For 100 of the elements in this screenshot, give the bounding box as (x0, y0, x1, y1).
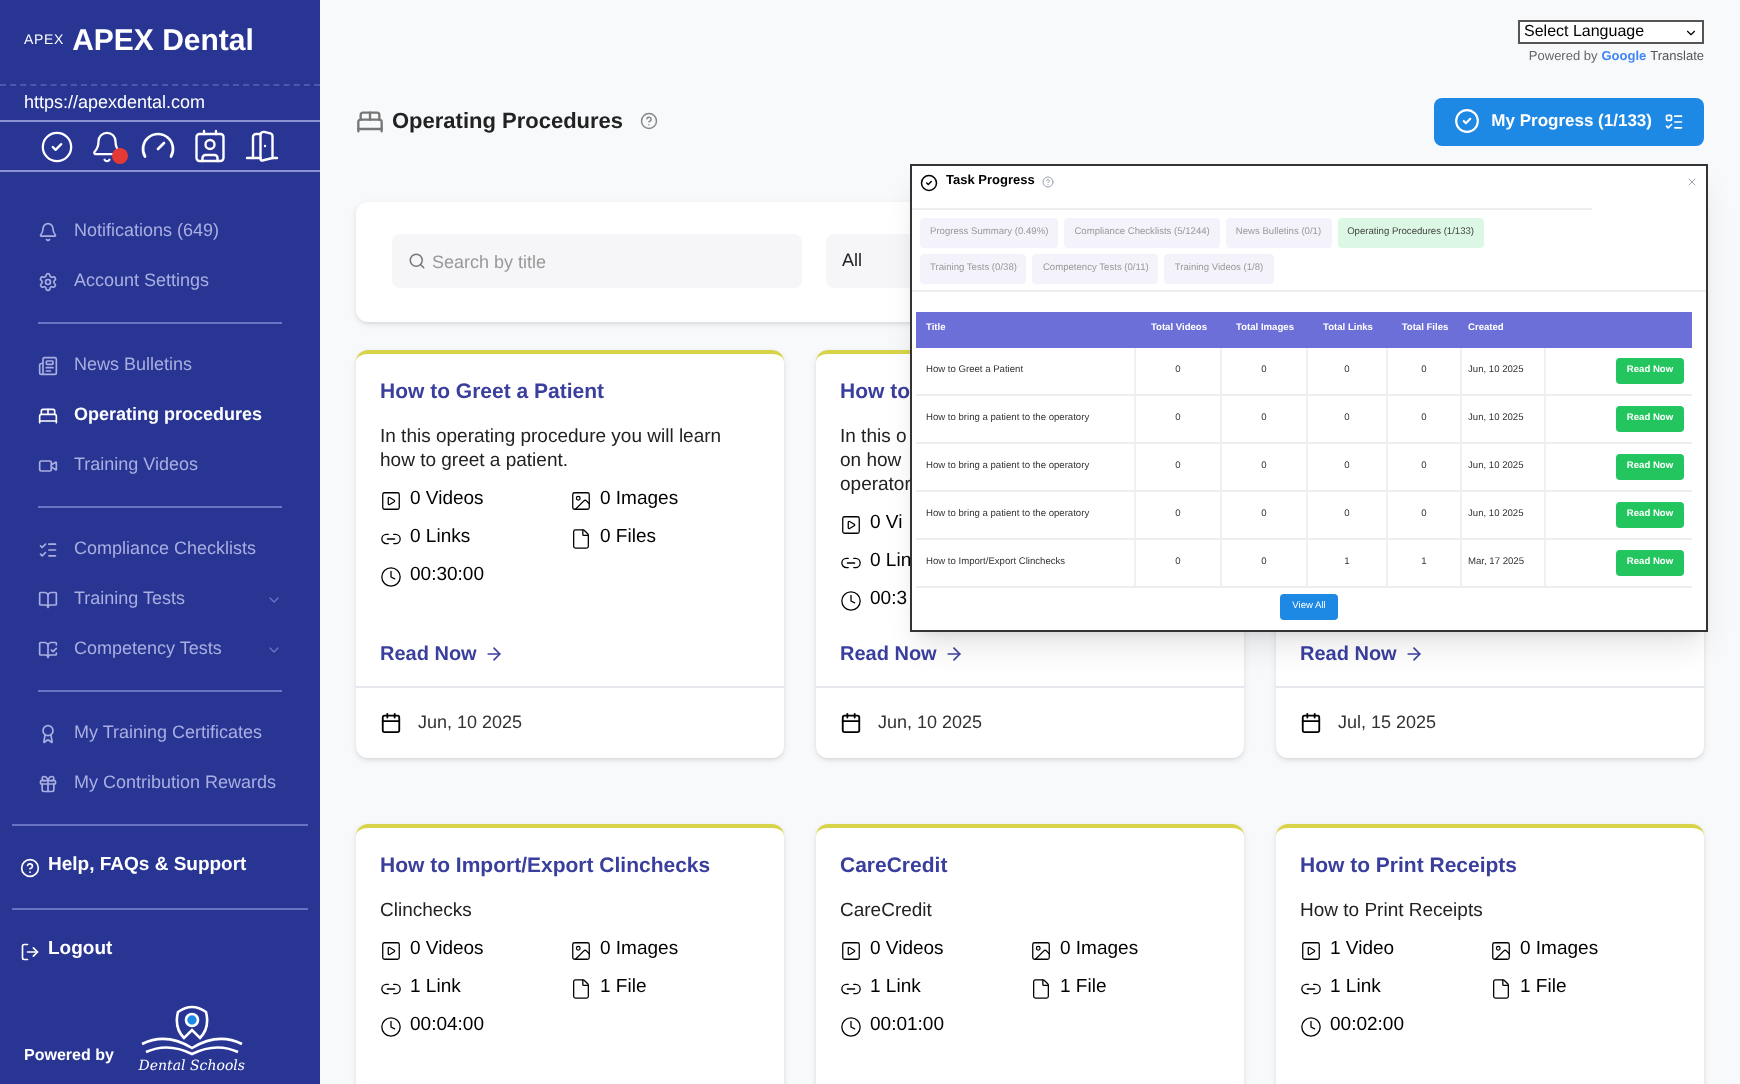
progress-icon[interactable] (40, 129, 74, 163)
stat-text: 00:04:00 (410, 1011, 484, 1040)
image-icon (1490, 939, 1512, 961)
stat-text: 0 Videos (410, 935, 484, 964)
progress-icon (1453, 108, 1480, 135)
clock-icon (840, 1015, 862, 1037)
read-now-link[interactable]: Read Now (1300, 639, 1425, 670)
video-icon (840, 513, 862, 535)
nav-item[interactable]: Operating procedures (38, 390, 282, 440)
stat-text: 0 Images (1520, 935, 1599, 964)
stat-text: 00:02:00 (1330, 1011, 1404, 1040)
stat-text: 1 Link (1330, 973, 1381, 1002)
card-title[interactable]: How to Print Receipts (1300, 851, 1518, 883)
arrow-icon (484, 644, 505, 665)
card-description: CareCredit (840, 899, 932, 923)
stat-text: 0 Videos (870, 935, 944, 964)
card-date: Jul, 15 2025 (1338, 709, 1437, 735)
nav-item[interactable]: Training Videos (38, 440, 282, 490)
help-icon (1042, 176, 1055, 188)
stat-text: 1 Link (410, 973, 461, 1002)
clock-icon (840, 589, 862, 611)
nav-item[interactable]: Compliance Checklists (38, 524, 282, 574)
progress-icon (920, 173, 938, 191)
bell-icon[interactable] (90, 129, 124, 163)
read-now-link[interactable]: Read Now (380, 639, 505, 670)
stat-text: 0 Images (600, 485, 679, 514)
read-now-link[interactable]: Read Now (840, 639, 965, 670)
bed-icon (356, 107, 384, 136)
image-icon (570, 489, 592, 511)
file-icon (1030, 977, 1052, 999)
card-description: In this o on how operator (840, 425, 911, 497)
card-description: How to Print Receipts (1300, 899, 1483, 923)
search-field[interactable]: Search by title (392, 234, 802, 289)
calendar-icon (840, 711, 862, 734)
close-icon[interactable] (1686, 176, 1698, 188)
chevron-icon (1684, 25, 1698, 39)
stat-text: 00:01:00 (870, 1011, 944, 1040)
award-icon (38, 723, 58, 743)
stat-text: 0 Lin (870, 547, 912, 576)
nav-item[interactable]: My Contribution Rewards (38, 758, 282, 808)
page-title: Operating Procedures (392, 107, 624, 137)
stat-text: 0 Links (410, 523, 471, 552)
powered-by-label: Powered by (24, 1044, 114, 1068)
gift-icon (38, 773, 58, 793)
brand-name: APEX Dental (72, 21, 254, 62)
nav-item[interactable]: Competency Tests (38, 624, 282, 674)
file-icon (570, 977, 592, 999)
exit-door-icon[interactable] (244, 128, 280, 164)
stat-text: 0 Vi (870, 509, 903, 538)
image-icon (1030, 939, 1052, 961)
bed-icon (38, 405, 58, 425)
stat-text: 0 Images (1060, 935, 1139, 964)
site-url: https://apexdental.com (24, 89, 206, 116)
gear-icon (38, 271, 58, 291)
language-select[interactable]: Select Language (1518, 20, 1704, 44)
nav-item[interactable]: Training Tests (38, 574, 282, 624)
image-icon (570, 939, 592, 961)
clock-icon (1300, 1015, 1322, 1037)
file-icon (1490, 977, 1512, 999)
stat-text: 1 Video (1330, 935, 1395, 964)
help-icon (20, 857, 40, 877)
clock-icon (380, 1015, 402, 1037)
card-icon[interactable] (192, 128, 228, 164)
help-link[interactable]: Help, FAQs & Support (48, 852, 247, 882)
card-date: Jun, 10 2025 (878, 709, 983, 735)
card-title[interactable]: How to Import/Export Clinchecks (380, 851, 711, 883)
clock-icon (380, 565, 402, 587)
stat-text: 0 Images (600, 935, 679, 964)
help-icon (639, 112, 658, 131)
logout-link[interactable]: Logout (48, 936, 113, 966)
my-progress-button[interactable]: My Progress (1/133) (1433, 97, 1704, 146)
nav-item[interactable]: Account Settings (38, 256, 282, 306)
card-description: In this operating procedure you will learn how to greet a patient. (380, 425, 724, 473)
video-icon (380, 489, 402, 511)
card-title[interactable]: How to (840, 377, 910, 409)
card-date: Jun, 10 2025 (418, 709, 523, 735)
logout-icon (20, 941, 40, 961)
dashboard-icon[interactable] (140, 128, 176, 164)
open-book-icon (38, 639, 58, 659)
video-camera-icon (38, 455, 58, 475)
card-title[interactable]: CareCredit (840, 851, 948, 883)
video-icon (1300, 939, 1322, 961)
calendar-icon (1300, 711, 1322, 734)
nav-item[interactable]: Notifications (649) (38, 206, 282, 256)
arrow-icon (1404, 644, 1425, 665)
nav-item[interactable]: My Training Certificates (38, 708, 282, 758)
search-icon (408, 252, 426, 271)
list-icon (1664, 111, 1684, 132)
newspaper-icon (38, 355, 58, 375)
stat-text: 0 Videos (410, 485, 484, 514)
stat-text: 1 Link (870, 973, 921, 1002)
nav-item[interactable]: News Bulletins (38, 340, 282, 390)
stat-text: 0 Files (600, 523, 656, 552)
card-title[interactable]: How to Greet a Patient (380, 377, 605, 409)
video-icon (380, 939, 402, 961)
tooth-book-logo (137, 1003, 246, 1055)
checklist-icon (38, 539, 58, 559)
card-description: Clinchecks (380, 899, 472, 923)
file-icon (570, 527, 592, 549)
bell-icon (38, 221, 58, 241)
